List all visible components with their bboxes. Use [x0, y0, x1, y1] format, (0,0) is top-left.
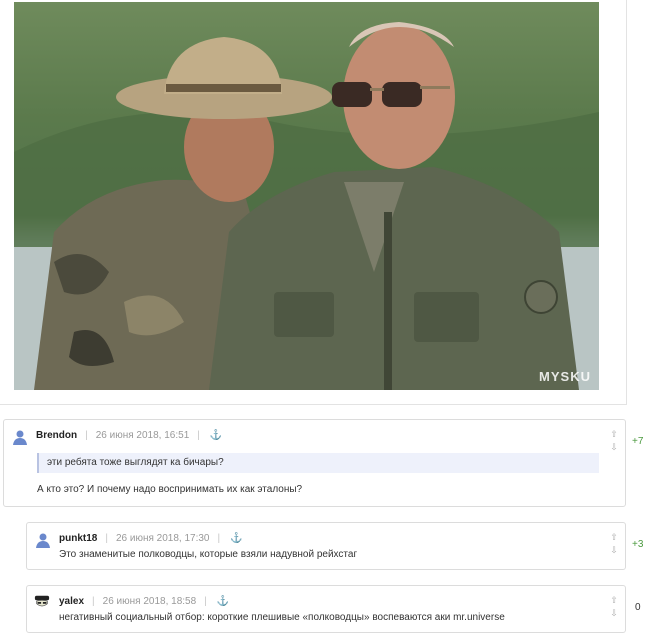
- comment-header: punkt18 | 26 июня 2018, 17:30 | ⚓: [59, 526, 585, 550]
- comment-text: Это знаменитые полководцы, которые взяли…: [59, 549, 358, 560]
- photo-illustration: [14, 22, 599, 390]
- comment-quote: эти ребята тоже выглядят ка бичары?: [37, 453, 599, 473]
- comment-author[interactable]: yalex: [59, 596, 84, 607]
- comment-yalex: yalex | 26 июня 2018, 18:58 | ⚓ негативн…: [26, 585, 626, 633]
- comment-date: 26 июня 2018, 16:51: [95, 429, 190, 441]
- anchor-icon[interactable]: ⚓: [217, 596, 229, 607]
- comment-header: Brendon | 26 июня 2018, 16:51 | ⚓: [36, 423, 585, 447]
- comment-text: негативный социальный отбор: короткие пл…: [59, 612, 505, 623]
- comment-brendon: Brendon | 26 июня 2018, 16:51 | ⚓ эти ре…: [3, 419, 626, 507]
- separator: |: [85, 429, 88, 441]
- comment-rating: +3: [632, 539, 644, 550]
- comment-author[interactable]: punkt18: [59, 533, 97, 544]
- user-avatar-icon[interactable]: [35, 532, 51, 548]
- comment-date: 26 июня 2018, 17:30: [115, 532, 210, 544]
- separator: |: [92, 595, 95, 607]
- anchor-icon[interactable]: ⚓: [230, 533, 242, 544]
- separator: |: [204, 595, 207, 607]
- comment-text: А кто это? И почему надо воспринимать их…: [37, 484, 303, 495]
- comment-date: 26 июня 2018, 18:58: [102, 595, 197, 607]
- anchor-icon[interactable]: ⚓: [210, 430, 222, 441]
- comment-punkt18: punkt18 | 26 июня 2018, 17:30 | ⚓ Это зн…: [26, 522, 626, 570]
- comment-header: yalex | 26 июня 2018, 18:58 | ⚓: [59, 589, 585, 613]
- post-image-container: MYSKU: [0, 0, 627, 405]
- vote-up-icon[interactable]: ⇧: [607, 429, 621, 440]
- watermark-text: MYSKU: [539, 369, 591, 384]
- vote-down-icon[interactable]: ⇩: [607, 608, 621, 619]
- vote-down-icon[interactable]: ⇩: [607, 442, 621, 453]
- separator: |: [197, 429, 200, 441]
- separator: |: [105, 532, 108, 544]
- post-photo[interactable]: MYSKU: [14, 2, 599, 390]
- vote-up-icon[interactable]: ⇧: [607, 595, 621, 606]
- vote-up-icon[interactable]: ⇧: [607, 532, 621, 543]
- custom-avatar-icon[interactable]: [34, 594, 50, 610]
- comment-author[interactable]: Brendon: [36, 430, 77, 441]
- comment-rating: +7: [632, 436, 644, 447]
- separator: |: [217, 532, 221, 544]
- user-avatar-icon[interactable]: [12, 429, 28, 445]
- vote-down-icon[interactable]: ⇩: [607, 545, 621, 556]
- comment-rating: 0: [635, 602, 641, 613]
